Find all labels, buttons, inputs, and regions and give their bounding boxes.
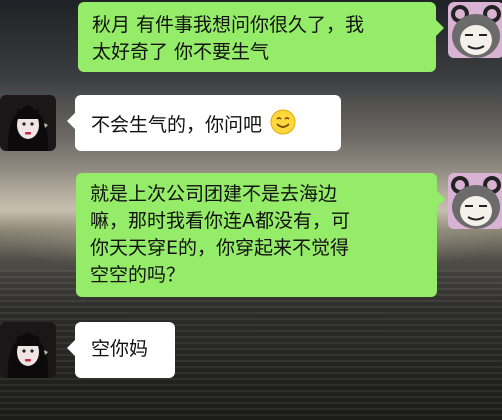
message-line: 就是上次公司团建不是去海边 (90, 183, 338, 205)
message-bubble-received[interactable]: 不会生气的，你问吧 (67, 95, 341, 151)
message-bubble-received[interactable]: 空你妈 (67, 322, 175, 378)
girl-avatar-icon (0, 95, 56, 151)
message-line: 空空的吗？ (90, 264, 186, 286)
girl-avatar-icon (0, 322, 56, 378)
message-bubble-sent[interactable]: 秋月 有件事我想问你很久了，我 太好奇了 你不要生气 (78, 2, 444, 72)
bear-meme-avatar-icon (448, 173, 502, 229)
my-avatar[interactable] (448, 2, 502, 58)
smile-emoji-icon (270, 109, 296, 135)
bear-meme-avatar-icon (448, 2, 502, 58)
message-line: 嘛，那时我看你连A都没有，可 (90, 210, 350, 232)
contact-avatar[interactable] (0, 95, 56, 151)
message-bubble-sent[interactable]: 就是上次公司团建不是去海边 嘛，那时我看你连A都没有，可 你天天穿E的，你穿起来… (76, 173, 445, 297)
message-text: 空你妈 (91, 338, 149, 360)
message-text: 不会生气的，你问吧 (91, 114, 263, 136)
message-line: 太好奇了 你不要生气 (92, 41, 270, 63)
message-line: 你天天穿E的，你穿起来不觉得 (90, 237, 350, 259)
my-avatar[interactable] (448, 173, 502, 229)
contact-avatar[interactable] (0, 322, 56, 378)
message-line: 秋月 有件事我想问你很久了，我 (92, 14, 365, 36)
